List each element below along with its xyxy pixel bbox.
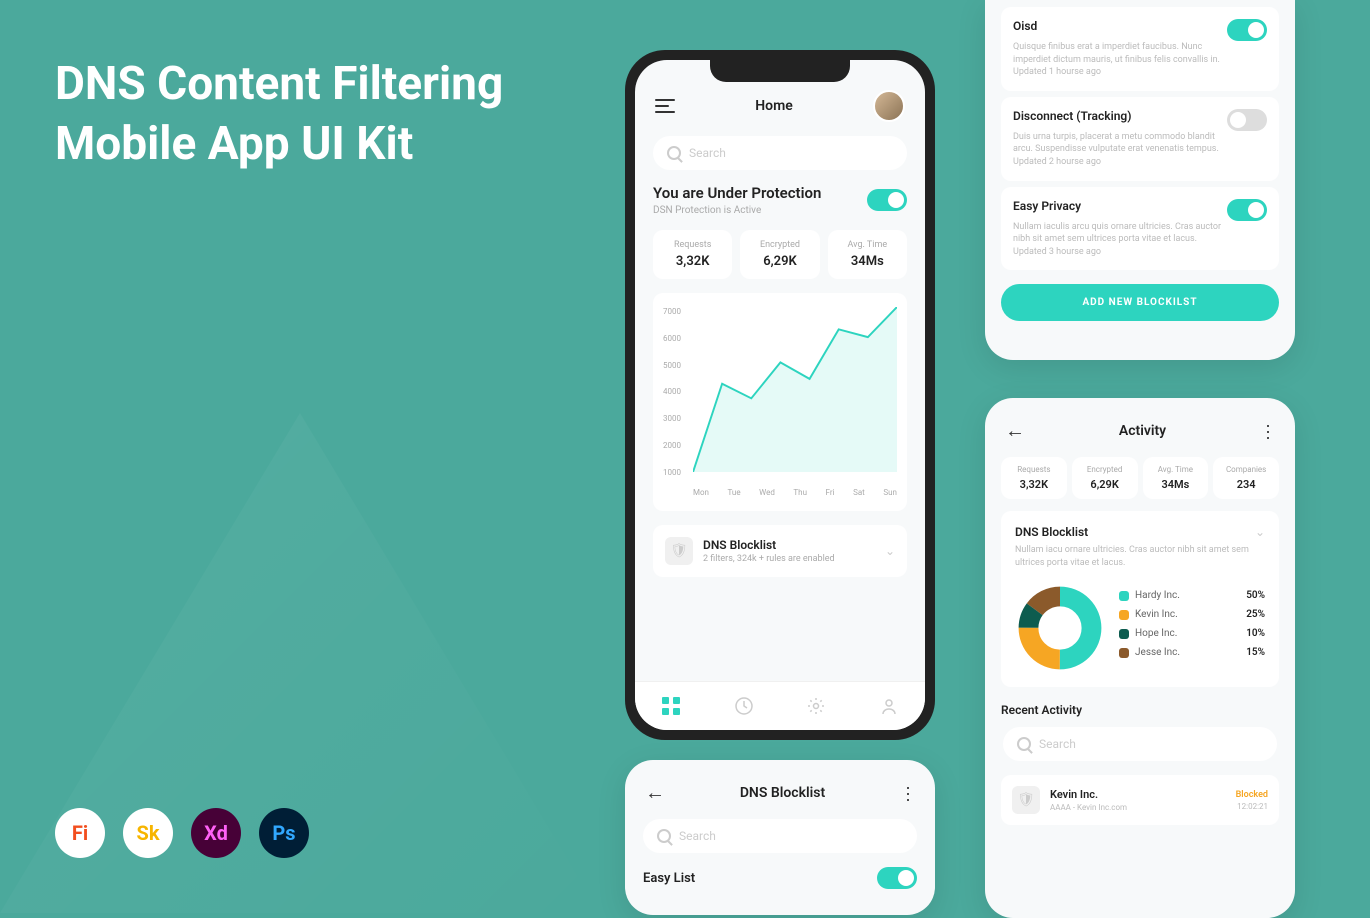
stat-avgtime: Avg. Time34Ms [828, 230, 907, 279]
legend-item: Kevin Inc.25% [1119, 609, 1265, 620]
blocklist-card[interactable]: 🛡 DNS Blocklist 2 filters, 324k + rules … [653, 525, 907, 577]
add-blocklist-button[interactable]: ADD NEW BLOCKILST [1001, 284, 1279, 321]
stat-requests: Requests3,32K [1001, 457, 1067, 499]
chevron-down-icon[interactable]: ⌄ [1255, 525, 1265, 539]
search-input[interactable]: Search [653, 136, 907, 170]
activity-item[interactable]: 🛡 Kevin Inc. AAAA - Kevin Inc.com Blocke… [1001, 775, 1279, 825]
legend-item: Hardy Inc.50% [1119, 590, 1265, 601]
toggle-oisd[interactable] [1227, 19, 1267, 41]
blocklist-item-easyprivacy[interactable]: Easy Privacy Nullam iaculis arcu quis or… [1001, 187, 1279, 271]
blocklist-item-oisd[interactable]: Oisd Quisque finibus erat a imperdiet fa… [1001, 7, 1279, 91]
tool-icons: Fi Sk Xd Ps [55, 808, 309, 858]
nav-activity-icon[interactable] [734, 696, 754, 716]
nav-settings-icon[interactable] [806, 696, 826, 716]
stat-encrypted: Encrypted6,29K [1072, 457, 1138, 499]
search-icon [1017, 737, 1031, 751]
nav-home-icon[interactable] [661, 696, 681, 716]
stat-requests: Requests3,32K [653, 230, 732, 279]
header-title: Home [755, 98, 793, 114]
shield-icon: 🛡 [665, 537, 693, 565]
xd-icon: Xd [191, 808, 241, 858]
stat-companies: Companies234 [1213, 457, 1279, 499]
protection-toggle[interactable] [867, 189, 907, 211]
protection-title: You are Under Protection [653, 184, 821, 202]
search-icon [657, 829, 671, 843]
legend-item: Hope Inc.10% [1119, 628, 1265, 639]
toggle-disconnect[interactable] [1227, 109, 1267, 131]
search-input[interactable]: Search [1003, 727, 1277, 761]
toggle-easyprivacy[interactable] [1227, 199, 1267, 221]
back-icon[interactable]: ← [645, 780, 665, 805]
blocklist-panel: Oisd Quisque finibus erat a imperdiet fa… [985, 0, 1295, 360]
figma-icon: Fi [55, 808, 105, 858]
donut-chart [1015, 583, 1105, 673]
blocklist-item-disconnect[interactable]: Disconnect (Tracking) Duis urna turpis, … [1001, 97, 1279, 181]
search-icon [667, 146, 681, 160]
legend-item: Jesse Inc.15% [1119, 647, 1265, 658]
more-icon[interactable]: ⋯ [897, 785, 918, 800]
sketch-icon: Sk [123, 808, 173, 858]
protection-subtitle: DSN Protection is Active [653, 205, 821, 216]
activity-screen: ← Activity ⋯ Requests3,32K Encrypted6,29… [985, 398, 1295, 918]
avatar[interactable] [873, 90, 905, 122]
dns-blocklist-card: DNS Blocklist⌄ Nullam iacu ornare ultric… [1001, 511, 1279, 687]
more-icon[interactable]: ⋯ [1257, 423, 1278, 438]
blocklist-screen: ← DNS Blocklist ⋯ Search Easy List [625, 760, 935, 915]
search-input[interactable]: Search [643, 819, 917, 853]
stat-avgtime: Avg. Time34Ms [1143, 457, 1209, 499]
stat-encrypted: Encrypted6,29K [740, 230, 819, 279]
photoshop-icon: Ps [259, 808, 309, 858]
chevron-down-icon: ⌄ [885, 544, 895, 558]
chart: 1000200030004000500060007000 MonTueWedTh… [653, 293, 907, 511]
back-icon[interactable]: ← [1005, 418, 1025, 443]
page-title: DNS Content Filtering Mobile App UI Kit [55, 55, 503, 175]
shield-icon: 🛡 [1012, 786, 1040, 814]
toggle-easylist[interactable] [877, 867, 917, 889]
recent-activity-title: Recent Activity [1001, 703, 1279, 717]
nav-profile-icon[interactable] [879, 696, 899, 716]
menu-icon[interactable] [655, 99, 675, 113]
easy-list-label: Easy List [643, 871, 695, 886]
status-badge: Blocked [1236, 790, 1268, 800]
phone-home: Home Search You are Under Protection DSN… [625, 50, 935, 740]
